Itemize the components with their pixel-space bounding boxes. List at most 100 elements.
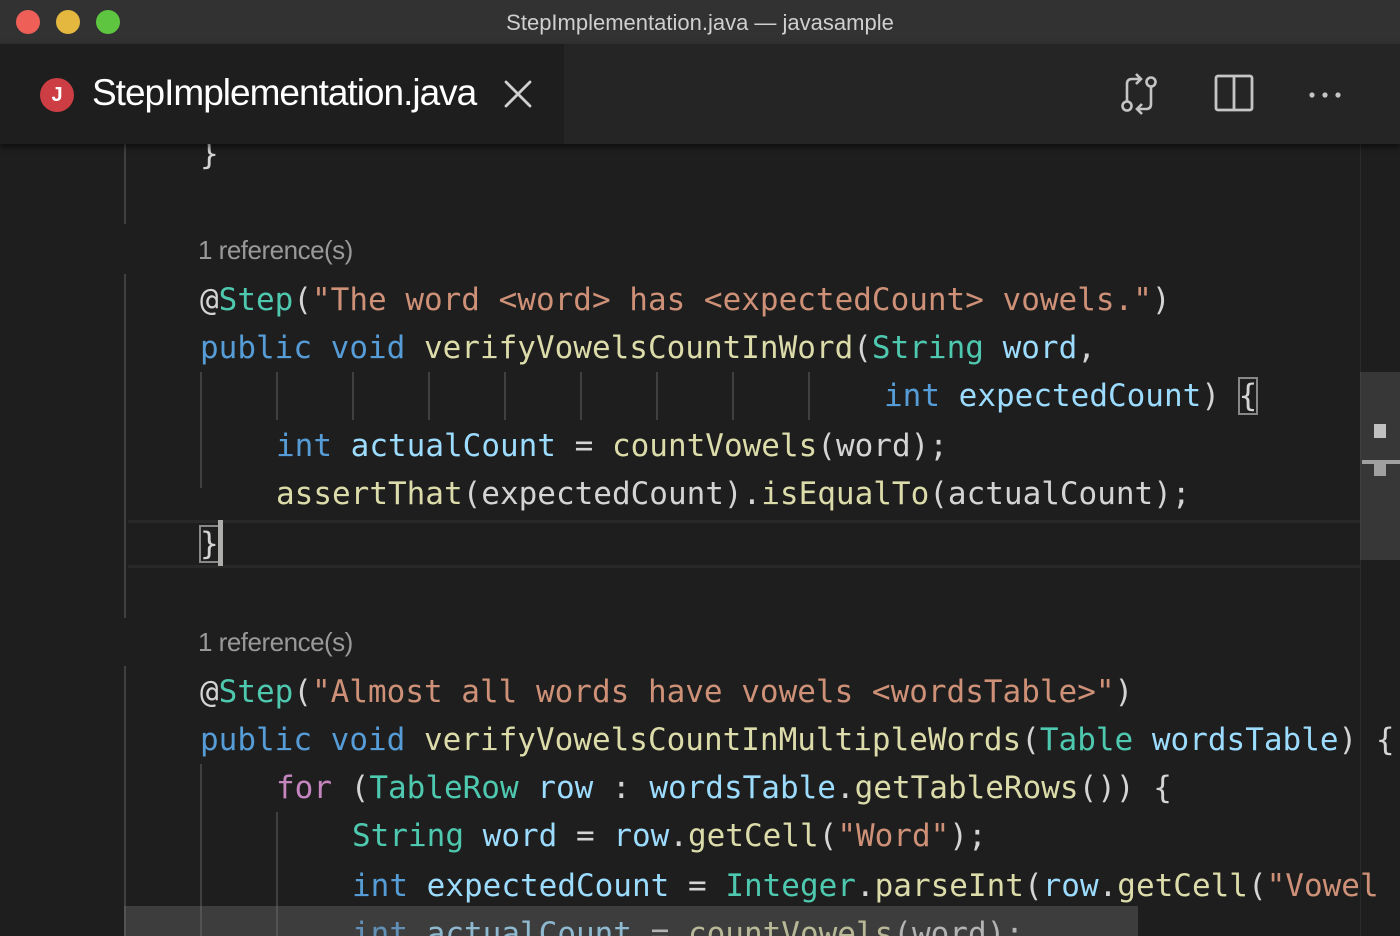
method-name: verifyVowelsCountInMultipleWords xyxy=(423,722,1022,758)
paren: ( xyxy=(1247,868,1267,904)
matched-bracket: { xyxy=(1237,377,1259,415)
more-actions-icon[interactable] xyxy=(1302,70,1350,118)
matched-bracket: } xyxy=(199,525,220,563)
keyword: public xyxy=(200,722,312,758)
paren: ()) { xyxy=(1078,770,1172,806)
indent-guide xyxy=(276,372,278,420)
method-call: countVowels xyxy=(611,428,818,464)
paren: ( xyxy=(853,330,872,366)
code-line: public void verifyVowelsCountInWord(Stri… xyxy=(200,324,1096,372)
indent-guide xyxy=(200,372,202,488)
keyword: int xyxy=(352,868,408,904)
tab-label: StepImplementation.java xyxy=(92,72,477,113)
keyword: void xyxy=(330,722,406,758)
operator: = xyxy=(555,428,612,464)
indent-guide xyxy=(428,372,430,420)
java-file-icon: J xyxy=(40,78,74,112)
call-arguments: (actualCount); xyxy=(929,476,1191,512)
keyword: void xyxy=(330,330,406,366)
keyword: int xyxy=(884,378,940,414)
code-line: assertThat(expectedCount).isEqualTo(actu… xyxy=(276,470,1191,518)
operator: = xyxy=(557,818,614,854)
variable-name: wordsTable xyxy=(649,770,836,806)
paren: ( xyxy=(332,770,370,806)
code-lens-references[interactable]: 1 reference(s) xyxy=(198,230,353,270)
indent-guide xyxy=(580,372,582,420)
code-line: } xyxy=(200,144,219,178)
paren: ) xyxy=(1201,378,1220,414)
method-call: getCell xyxy=(687,818,819,854)
punctuation: . xyxy=(1098,868,1118,904)
type-name: TableRow xyxy=(369,770,519,806)
parameter-name: wordsTable xyxy=(1151,722,1339,758)
operator: = xyxy=(669,868,726,904)
editor-tab-bar: J StepImplementation.java xyxy=(0,44,1400,144)
variable-name: actualCount xyxy=(350,428,556,464)
string-literal: "Word" xyxy=(837,818,950,854)
title-bar: StepImplementation.java — javasample xyxy=(0,0,1400,44)
annotation-name: Step xyxy=(218,282,294,318)
close-icon[interactable] xyxy=(500,76,536,112)
type-name: Table xyxy=(1039,722,1134,758)
variable-name: row xyxy=(613,818,670,854)
split-editor-icon[interactable] xyxy=(1210,70,1258,118)
annotation-symbol: @ xyxy=(200,674,219,710)
code-line: @Step("Almost all words have vowels <wor… xyxy=(200,668,1133,716)
code-line: } xyxy=(199,520,220,568)
indent-guide xyxy=(124,666,126,936)
current-line-highlight xyxy=(128,520,1360,568)
method-call: getCell xyxy=(1117,868,1248,904)
paren: ( xyxy=(293,282,312,318)
method-call: isEqualTo xyxy=(761,476,930,512)
horizontal-scrollbar-thumb[interactable] xyxy=(124,906,1138,936)
code-line: for (TableRow row : wordsTable.getTableR… xyxy=(276,764,1172,812)
window-title: StepImplementation.java — javasample xyxy=(506,10,894,35)
keyword: int xyxy=(276,428,332,464)
indent-guide xyxy=(808,372,810,420)
call-arguments: (expectedCount). xyxy=(462,476,762,512)
code-line: public void verifyVowelsCountInMultipleW… xyxy=(200,716,1395,764)
code-lens-references[interactable]: 1 reference(s) xyxy=(198,622,353,662)
tab-step-implementation[interactable]: J StepImplementation.java xyxy=(0,44,564,144)
punctuation: . xyxy=(669,818,688,854)
annotation-symbol: @ xyxy=(200,282,219,318)
type-name: String xyxy=(352,818,464,854)
paren: ) xyxy=(1151,282,1171,318)
indent-guide xyxy=(504,372,506,420)
method-call: getTableRows xyxy=(854,770,1079,806)
paren: ( xyxy=(293,674,312,710)
keyword: public xyxy=(200,330,312,366)
parameter-name: expectedCount xyxy=(958,378,1202,414)
variable-name: row xyxy=(1042,868,1099,904)
indent-guide xyxy=(124,144,126,224)
paren: ); xyxy=(949,818,987,854)
type-name: Integer xyxy=(725,868,856,904)
code-line: int expectedCount) { xyxy=(884,372,1259,420)
text-cursor xyxy=(218,520,223,566)
keyword: for xyxy=(276,770,332,806)
punctuation: , xyxy=(1077,330,1096,366)
compare-changes-icon[interactable] xyxy=(1114,70,1162,118)
code-line: String word = row.getCell("Word"); xyxy=(352,812,987,860)
method-call: parseInt xyxy=(874,868,1024,904)
variable-name: expectedCount xyxy=(426,868,670,904)
type-name: String xyxy=(871,330,984,366)
code-line: @Step("The word <word> has <expectedCoun… xyxy=(200,276,1171,324)
indent-guide xyxy=(352,372,354,420)
paren: ) xyxy=(1114,674,1134,710)
indent-guide xyxy=(656,372,658,420)
operator: : xyxy=(593,770,650,806)
ruler-marker xyxy=(1374,424,1386,438)
punctuation: . xyxy=(855,868,875,904)
code-editor[interactable]: } 1 reference(s) @Step("The word <word> … xyxy=(0,144,1400,936)
string-literal: "Almost all words have vowels <wordsTabl… xyxy=(312,674,1115,710)
code-line: int actualCount = countVowels(word); xyxy=(276,422,948,470)
method-name: verifyVowelsCountInWord xyxy=(423,330,854,366)
punctuation: . xyxy=(835,770,855,806)
code-line: int expectedCount = Integer.parseInt(row… xyxy=(352,862,1379,910)
string-literal: "The word <word> has <expectedCount> vow… xyxy=(312,282,1152,318)
variable-name: word xyxy=(482,818,558,854)
paren: ( xyxy=(1023,868,1043,904)
ruler-marker xyxy=(1374,462,1386,476)
method-call: assertThat xyxy=(276,476,463,512)
